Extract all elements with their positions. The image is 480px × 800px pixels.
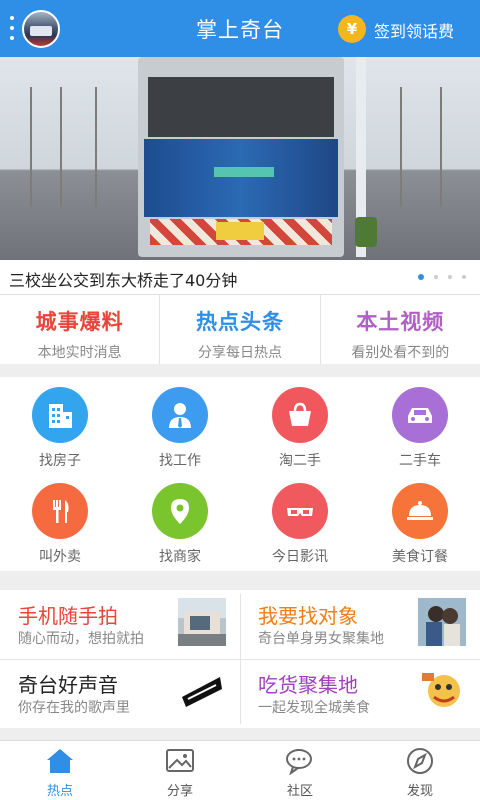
section-subtitle: 看别处看不到的 xyxy=(351,345,450,361)
grid-item-secondhand[interactable]: 淘二手 xyxy=(240,377,360,473)
avatar[interactable] xyxy=(22,10,60,48)
feature-foodie[interactable]: 吃货聚集地 一起发现全城美食 xyxy=(240,659,480,728)
grid-label: 叫外卖 xyxy=(39,549,81,565)
feature-photo[interactable]: 手机随手拍 随心而动，想拍就拍 xyxy=(0,590,240,659)
tab-community[interactable]: 社区 xyxy=(240,741,360,800)
image-icon xyxy=(166,749,194,772)
feature-subtitle: 你存在我的歌声里 xyxy=(18,700,130,716)
grid-label: 美食订餐 xyxy=(392,549,448,565)
tab-label: 发现 xyxy=(406,784,433,799)
person-tie-icon xyxy=(152,387,208,443)
grid-label: 今日影讯 xyxy=(272,549,328,565)
grid-label: 二手车 xyxy=(399,453,441,469)
section-subtitle: 本地实时消息 xyxy=(37,345,122,361)
grid-label: 找商家 xyxy=(159,549,201,565)
carousel-dot xyxy=(448,275,452,279)
carousel-dot xyxy=(462,275,466,279)
feature-dating[interactable]: 我要找对象 奇台单身男女聚集地 xyxy=(240,590,480,659)
banner-caption: 三校坐公交到东大桥走了40分钟 xyxy=(9,271,238,290)
app-header: 掌上奇台 ¥ 签到领话费 xyxy=(0,0,480,57)
grid-label: 淘二手 xyxy=(279,453,321,469)
dish-cover-icon xyxy=(392,483,448,539)
tab-label: 分享 xyxy=(166,784,193,799)
fork-knife-icon xyxy=(32,483,88,539)
tab-share[interactable]: 分享 xyxy=(120,741,240,800)
building-icon xyxy=(32,387,88,443)
shopping-bag-icon xyxy=(272,387,328,443)
feature-title: 我要找对象 xyxy=(258,604,358,628)
tab-discover[interactable]: 发现 xyxy=(360,741,480,800)
3d-glasses-icon xyxy=(272,483,328,539)
feature-subtitle: 奇台单身男女聚集地 xyxy=(258,631,384,647)
carousel-dot xyxy=(434,275,438,279)
section-title: 城事爆料 xyxy=(35,310,124,334)
voice-logo-thumb xyxy=(178,667,226,715)
signin-button[interactable]: 签到领话费 xyxy=(374,18,454,42)
couple-thumb xyxy=(418,598,466,646)
bottom-tab-bar: 热点 分享 社区 发现 xyxy=(0,740,480,800)
car-icon xyxy=(392,387,448,443)
grid-item-movies[interactable]: 今日影讯 xyxy=(240,473,360,569)
chat-bubbles-icon xyxy=(286,749,312,776)
category-tabs: 城事爆料 本地实时消息 热点头条 分享每日热点 本土视频 看别处看不到的 xyxy=(0,294,480,364)
grid-item-food-order[interactable]: 美食订餐 xyxy=(360,473,480,569)
feature-title: 手机随手拍 xyxy=(18,604,118,628)
menu-icon[interactable] xyxy=(9,16,15,40)
photo-hand-thumb xyxy=(178,598,226,646)
bus-photo xyxy=(138,57,344,257)
home-icon xyxy=(47,749,73,773)
tab-hot[interactable]: 热点 xyxy=(0,741,120,800)
location-pin-icon xyxy=(152,483,208,539)
section-title: 热点头条 xyxy=(195,310,284,334)
section-local-video[interactable]: 本土视频 看别处看不到的 xyxy=(321,295,480,364)
grid-label: 找房子 xyxy=(39,453,81,469)
grid-item-jobs[interactable]: 找工作 xyxy=(120,377,240,473)
feature-title: 奇台好声音 xyxy=(18,673,118,697)
carousel-dot xyxy=(418,274,424,280)
compass-icon xyxy=(407,748,433,774)
feature-title: 吃货聚集地 xyxy=(258,673,358,697)
feature-good-voice[interactable]: 奇台好声音 你存在我的歌声里 xyxy=(0,659,240,728)
section-hot-headlines[interactable]: 热点头条 分享每日热点 xyxy=(160,295,321,364)
carousel-indicator xyxy=(418,274,466,280)
banner-caption-bar[interactable]: 三校坐公交到东大桥走了40分钟 xyxy=(0,260,480,294)
banner-image[interactable] xyxy=(0,57,480,260)
grid-label: 找工作 xyxy=(159,453,201,469)
section-city-news[interactable]: 城事爆料 本地实时消息 xyxy=(0,295,161,364)
tab-label: 热点 xyxy=(46,784,73,799)
foodie-cartoon-thumb xyxy=(418,667,466,715)
feature-cards: 手机随手拍 随心而动，想拍就拍 我要找对象 奇台单身男女聚集地 奇台好声音 你存… xyxy=(0,590,480,728)
grid-item-takeout[interactable]: 叫外卖 xyxy=(0,473,120,569)
section-title: 本土视频 xyxy=(356,310,445,334)
service-grid: 找房子 找工作 淘二手 二手车 叫外卖 找商家 今日影讯 美食订餐 xyxy=(0,377,480,571)
coin-icon[interactable]: ¥ xyxy=(338,15,366,43)
feature-subtitle: 随心而动，想拍就拍 xyxy=(18,631,144,647)
grid-item-housing[interactable]: 找房子 xyxy=(0,377,120,473)
section-subtitle: 分享每日热点 xyxy=(197,345,282,361)
grid-item-used-cars[interactable]: 二手车 xyxy=(360,377,480,473)
tab-label: 社区 xyxy=(286,784,313,799)
feature-subtitle: 一起发现全城美食 xyxy=(258,700,370,716)
grid-item-merchants[interactable]: 找商家 xyxy=(120,473,240,569)
